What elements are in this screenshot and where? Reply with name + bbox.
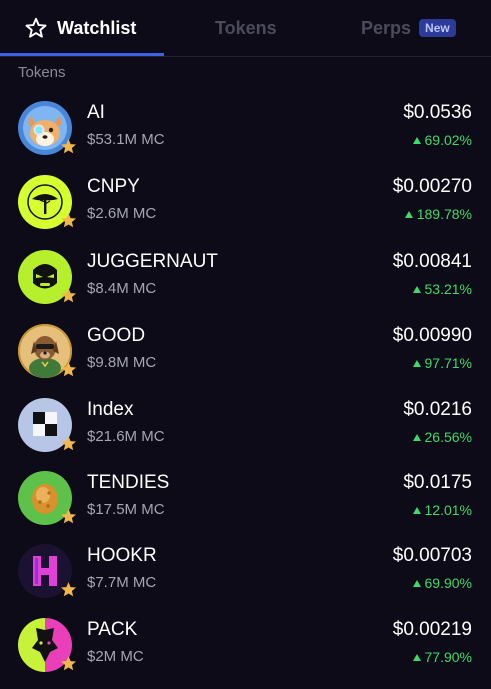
- section-label: Tokens: [18, 64, 66, 81]
- token-price: $0.0536: [403, 102, 472, 123]
- new-badge: New: [419, 19, 456, 37]
- tab-perps-label: Perps: [361, 17, 412, 38]
- token-market-cap: $9.8M MC: [87, 354, 157, 371]
- token-price: $0.0175: [403, 472, 472, 493]
- up-triangle-icon: [412, 359, 421, 367]
- token-change-value: 69.02%: [424, 132, 472, 148]
- token-market-cap: $8.4M MC: [87, 280, 157, 297]
- token-row-cnpy[interactable]: CNPY $2.6M MC $0.00270 189.78%: [0, 173, 491, 246]
- token-row-tendies[interactable]: TENDIES $17.5M MC $0.0175 12.01%: [0, 469, 491, 542]
- favorite-star-icon[interactable]: [60, 287, 77, 304]
- token-row-pack[interactable]: PACK $2M MC $0.00219 77.90%: [0, 616, 491, 689]
- tab-tokens-label: Tokens: [215, 17, 277, 38]
- star-outline-icon: [25, 17, 47, 38]
- up-triangle-icon: [412, 285, 421, 293]
- token-change-value: 189.78%: [416, 206, 472, 222]
- token-market-cap: $2.6M MC: [87, 205, 157, 222]
- token-name: HOOKR: [87, 545, 157, 566]
- token-name: JUGGERNAUT: [87, 251, 218, 272]
- token-change: 189.78%: [404, 206, 472, 222]
- token-price: $0.0216: [403, 399, 472, 420]
- active-tab-indicator: [0, 53, 164, 56]
- favorite-star-icon[interactable]: [60, 508, 77, 525]
- token-change-value: 69.90%: [424, 575, 472, 591]
- token-change-value: 77.90%: [424, 649, 472, 665]
- token-change: 97.71%: [412, 355, 472, 371]
- favorite-star-icon[interactable]: [60, 655, 77, 672]
- token-name: TENDIES: [87, 472, 170, 493]
- token-row-index[interactable]: Index $21.6M MC $0.0216 26.56%: [0, 396, 491, 469]
- token-change: 53.21%: [412, 281, 472, 297]
- up-triangle-icon: [404, 210, 413, 218]
- tab-watchlist-label: Watchlist: [57, 17, 137, 38]
- favorite-star-icon[interactable]: [60, 581, 77, 598]
- token-price: $0.00841: [392, 251, 472, 272]
- token-name: AI: [87, 102, 105, 123]
- token-change-value: 26.56%: [424, 429, 472, 445]
- token-name: Index: [87, 399, 134, 420]
- token-row-hookr[interactable]: HOOKR $7.7M MC $0.00703 69.90%: [0, 542, 491, 615]
- token-price: $0.00703: [392, 545, 472, 566]
- up-triangle-icon: [412, 506, 421, 514]
- token-row-good[interactable]: GOOD $9.8M MC $0.00990 97.71%: [0, 322, 491, 395]
- up-triangle-icon: [412, 433, 421, 441]
- token-change: 69.90%: [412, 575, 472, 591]
- up-triangle-icon: [412, 653, 421, 661]
- favorite-star-icon[interactable]: [60, 212, 77, 229]
- tab-tokens[interactable]: Tokens: [215, 0, 277, 56]
- tab-watchlist[interactable]: Watchlist: [24, 0, 136, 56]
- token-market-cap: $2M MC: [87, 648, 144, 665]
- favorite-star-icon[interactable]: [60, 361, 77, 378]
- up-triangle-icon: [412, 136, 421, 144]
- token-change: 12.01%: [412, 502, 472, 518]
- token-change-value: 97.71%: [424, 355, 472, 371]
- token-price: $0.00990: [392, 325, 472, 346]
- up-triangle-icon: [412, 579, 421, 587]
- token-name: CNPY: [87, 176, 140, 197]
- token-price: $0.00270: [392, 176, 472, 197]
- token-market-cap: $53.1M MC: [87, 131, 165, 148]
- token-name: PACK: [87, 619, 138, 640]
- token-change: 26.56%: [412, 429, 472, 445]
- tab-perps[interactable]: Perps New: [361, 0, 456, 56]
- token-row-juggernaut[interactable]: JUGGERNAUT $8.4M MC $0.00841 53.21%: [0, 248, 491, 321]
- favorite-star-icon[interactable]: [60, 435, 77, 452]
- token-name: GOOD: [87, 325, 146, 346]
- token-price: $0.00219: [392, 619, 472, 640]
- tab-bar: Watchlist Tokens Perps New: [0, 0, 491, 57]
- favorite-star-icon[interactable]: [60, 138, 77, 155]
- token-change-value: 12.01%: [424, 502, 472, 518]
- token-change: 69.02%: [412, 132, 472, 148]
- token-change: 77.90%: [412, 649, 472, 665]
- token-market-cap: $21.6M MC: [87, 428, 165, 445]
- token-row-ai[interactable]: AI $53.1M MC $0.0536 69.02%: [0, 99, 491, 172]
- token-change-value: 53.21%: [424, 281, 472, 297]
- token-market-cap: $17.5M MC: [87, 501, 165, 518]
- token-market-cap: $7.7M MC: [87, 574, 157, 591]
